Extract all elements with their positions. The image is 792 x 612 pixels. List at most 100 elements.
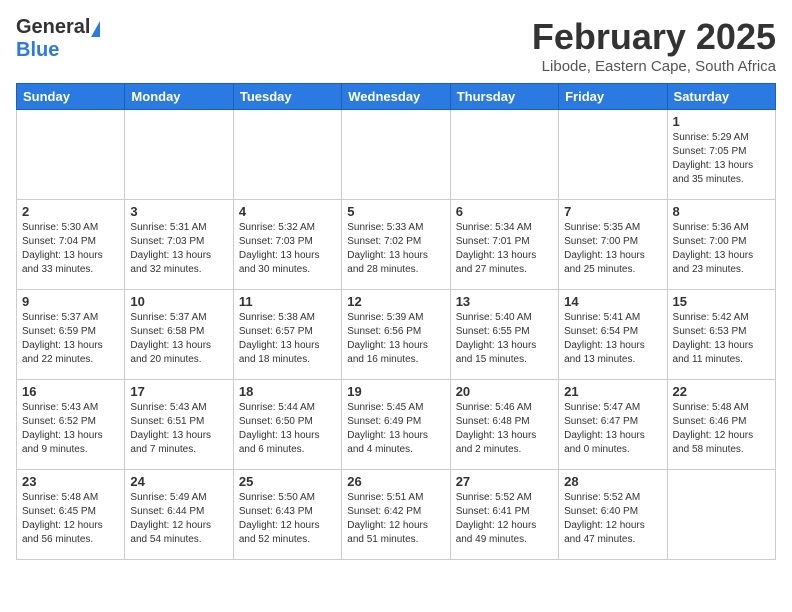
day-info: Sunrise: 5:52 AM Sunset: 6:40 PM Dayligh… bbox=[564, 491, 661, 547]
calendar-title: February 2025 bbox=[532, 16, 776, 58]
calendar-cell: 14 Sunrise: 5:41 AM Sunset: 6:54 PM Dayli… bbox=[559, 290, 667, 380]
day-info: Sunrise: 5:45 AM Sunset: 6:49 PM Dayligh… bbox=[347, 401, 444, 457]
day-info: Sunrise: 5:34 AM Sunset: 7:01 PM Dayligh… bbox=[456, 221, 553, 277]
calendar-cell: 22 Sunrise: 5:48 AM Sunset: 6:46 PM Dayli… bbox=[667, 380, 775, 470]
day-info: Sunrise: 5:39 AM Sunset: 6:56 PM Dayligh… bbox=[347, 311, 444, 367]
logo-general: General bbox=[16, 16, 90, 39]
day-info: Sunrise: 5:41 AM Sunset: 6:54 PM Dayligh… bbox=[564, 311, 661, 367]
day-info: Sunrise: 5:29 AM Sunset: 7:05 PM Dayligh… bbox=[673, 131, 770, 187]
day-info: Sunrise: 5:52 AM Sunset: 6:41 PM Dayligh… bbox=[456, 491, 553, 547]
calendar-cell bbox=[233, 110, 341, 200]
day-number: 21 bbox=[564, 384, 661, 399]
weekday-header-saturday: Saturday bbox=[667, 84, 775, 110]
calendar-cell bbox=[17, 110, 125, 200]
day-info: Sunrise: 5:44 AM Sunset: 6:50 PM Dayligh… bbox=[239, 401, 336, 457]
weekday-header-wednesday: Wednesday bbox=[342, 84, 450, 110]
calendar-cell: 18Sunrise: 5:44 AM Sunset: 6:50 PM Dayli… bbox=[233, 380, 341, 470]
day-info: Sunrise: 5:50 AM Sunset: 6:43 PM Dayligh… bbox=[239, 491, 336, 547]
day-info: Sunrise: 5:42 AM Sunset: 6:53 PM Dayligh… bbox=[673, 311, 770, 367]
logo-triangle-icon bbox=[91, 21, 100, 37]
calendar-cell: 25 Sunrise: 5:50 AM Sunset: 6:43 PM Dayli… bbox=[233, 470, 341, 560]
calendar-cell: 24 Sunrise: 5:49 AM Sunset: 6:44 PM Dayli… bbox=[125, 470, 233, 560]
day-number: 5 bbox=[347, 204, 444, 219]
calendar-cell: 26 Sunrise: 5:51 AM Sunset: 6:42 PM Dayli… bbox=[342, 470, 450, 560]
day-number: 17 bbox=[130, 384, 227, 399]
calendar-week-row-4: 16 Sunrise: 5:43 AM Sunset: 6:52 PM Dayli… bbox=[17, 380, 776, 470]
calendar-cell: 6Sunrise: 5:34 AM Sunset: 7:01 PM Daylig… bbox=[450, 200, 558, 290]
day-number: 10 bbox=[130, 294, 227, 309]
calendar-cell: 8Sunrise: 5:36 AM Sunset: 7:00 PM Daylig… bbox=[667, 200, 775, 290]
day-number: 15 bbox=[673, 294, 770, 309]
day-number: 11 bbox=[239, 294, 336, 309]
calendar-cell: 3 Sunrise: 5:31 AM Sunset: 7:03 PM Daylig… bbox=[125, 200, 233, 290]
weekday-header-tuesday: Tuesday bbox=[233, 84, 341, 110]
day-info: Sunrise: 5:31 AM Sunset: 7:03 PM Dayligh… bbox=[130, 221, 227, 277]
title-section: February 2025 Libode, Eastern Cape, Sout… bbox=[532, 16, 776, 75]
calendar-cell: 20 Sunrise: 5:46 AM Sunset: 6:48 PM Dayli… bbox=[450, 380, 558, 470]
calendar-cell: 23 Sunrise: 5:48 AM Sunset: 6:45 PM Dayli… bbox=[17, 470, 125, 560]
calendar-cell: 12 Sunrise: 5:39 AM Sunset: 6:56 PM Dayli… bbox=[342, 290, 450, 380]
calendar-cell: 16 Sunrise: 5:43 AM Sunset: 6:52 PM Dayli… bbox=[17, 380, 125, 470]
day-info: Sunrise: 5:30 AM Sunset: 7:04 PM Dayligh… bbox=[22, 221, 119, 277]
day-number: 4 bbox=[239, 204, 336, 219]
day-number: 25 bbox=[239, 474, 336, 489]
calendar-cell: 17 Sunrise: 5:43 AM Sunset: 6:51 PM Dayli… bbox=[125, 380, 233, 470]
calendar-week-row-3: 9Sunrise: 5:37 AM Sunset: 6:59 PM Daylig… bbox=[17, 290, 776, 380]
calendar-cell: 11 Sunrise: 5:38 AM Sunset: 6:57 PM Dayli… bbox=[233, 290, 341, 380]
calendar-cell: 28 Sunrise: 5:52 AM Sunset: 6:40 PM Dayli… bbox=[559, 470, 667, 560]
day-number: 20 bbox=[456, 384, 553, 399]
day-info: Sunrise: 5:49 AM Sunset: 6:44 PM Dayligh… bbox=[130, 491, 227, 547]
calendar-cell: 9Sunrise: 5:37 AM Sunset: 6:59 PM Daylig… bbox=[17, 290, 125, 380]
calendar-cell: 1Sunrise: 5:29 AM Sunset: 7:05 PM Daylig… bbox=[667, 110, 775, 200]
day-number: 12 bbox=[347, 294, 444, 309]
calendar-cell bbox=[667, 470, 775, 560]
weekday-header-sunday: Sunday bbox=[17, 84, 125, 110]
day-number: 3 bbox=[130, 204, 227, 219]
calendar-cell bbox=[450, 110, 558, 200]
calendar-cell: 2 Sunrise: 5:30 AM Sunset: 7:04 PM Daylig… bbox=[17, 200, 125, 290]
day-number: 26 bbox=[347, 474, 444, 489]
day-info: Sunrise: 5:43 AM Sunset: 6:51 PM Dayligh… bbox=[130, 401, 227, 457]
calendar-week-row-1: 1Sunrise: 5:29 AM Sunset: 7:05 PM Daylig… bbox=[17, 110, 776, 200]
calendar-cell bbox=[342, 110, 450, 200]
calendar-week-row-5: 23 Sunrise: 5:48 AM Sunset: 6:45 PM Dayli… bbox=[17, 470, 776, 560]
day-info: Sunrise: 5:32 AM Sunset: 7:03 PM Dayligh… bbox=[239, 221, 336, 277]
day-number: 22 bbox=[673, 384, 770, 399]
logo-blue: Blue bbox=[16, 39, 59, 61]
day-number: 28 bbox=[564, 474, 661, 489]
day-number: 7 bbox=[564, 204, 661, 219]
calendar-table: SundayMondayTuesdayWednesdayThursdayFrid… bbox=[16, 83, 776, 560]
day-number: 16 bbox=[22, 384, 119, 399]
logo: General Blue bbox=[16, 16, 100, 62]
calendar-cell: 19Sunrise: 5:45 AM Sunset: 6:49 PM Dayli… bbox=[342, 380, 450, 470]
calendar-cell: 4 Sunrise: 5:32 AM Sunset: 7:03 PM Daylig… bbox=[233, 200, 341, 290]
day-info: Sunrise: 5:43 AM Sunset: 6:52 PM Dayligh… bbox=[22, 401, 119, 457]
day-number: 13 bbox=[456, 294, 553, 309]
day-info: Sunrise: 5:46 AM Sunset: 6:48 PM Dayligh… bbox=[456, 401, 553, 457]
calendar-cell: 27 Sunrise: 5:52 AM Sunset: 6:41 PM Dayli… bbox=[450, 470, 558, 560]
day-info: Sunrise: 5:51 AM Sunset: 6:42 PM Dayligh… bbox=[347, 491, 444, 547]
calendar-cell bbox=[125, 110, 233, 200]
weekday-header-friday: Friday bbox=[559, 84, 667, 110]
day-info: Sunrise: 5:47 AM Sunset: 6:47 PM Dayligh… bbox=[564, 401, 661, 457]
calendar-cell: 13 Sunrise: 5:40 AM Sunset: 6:55 PM Dayli… bbox=[450, 290, 558, 380]
day-number: 8 bbox=[673, 204, 770, 219]
day-info: Sunrise: 5:37 AM Sunset: 6:59 PM Dayligh… bbox=[22, 311, 119, 367]
day-number: 14 bbox=[564, 294, 661, 309]
day-number: 24 bbox=[130, 474, 227, 489]
day-number: 2 bbox=[22, 204, 119, 219]
header: General Blue February 2025 Libode, Easte… bbox=[16, 16, 776, 75]
weekday-header-monday: Monday bbox=[125, 84, 233, 110]
day-info: Sunrise: 5:38 AM Sunset: 6:57 PM Dayligh… bbox=[239, 311, 336, 367]
weekday-header-row: SundayMondayTuesdayWednesdayThursdayFrid… bbox=[17, 84, 776, 110]
day-number: 27 bbox=[456, 474, 553, 489]
calendar-cell: 10 Sunrise: 5:37 AM Sunset: 6:58 PM Dayli… bbox=[125, 290, 233, 380]
day-number: 23 bbox=[22, 474, 119, 489]
day-info: Sunrise: 5:40 AM Sunset: 6:55 PM Dayligh… bbox=[456, 311, 553, 367]
calendar-cell: 21 Sunrise: 5:47 AM Sunset: 6:47 PM Dayli… bbox=[559, 380, 667, 470]
day-info: Sunrise: 5:48 AM Sunset: 6:46 PM Dayligh… bbox=[673, 401, 770, 457]
calendar-subtitle: Libode, Eastern Cape, South Africa bbox=[532, 58, 776, 75]
day-info: Sunrise: 5:48 AM Sunset: 6:45 PM Dayligh… bbox=[22, 491, 119, 547]
weekday-header-thursday: Thursday bbox=[450, 84, 558, 110]
day-info: Sunrise: 5:37 AM Sunset: 6:58 PM Dayligh… bbox=[130, 311, 227, 367]
